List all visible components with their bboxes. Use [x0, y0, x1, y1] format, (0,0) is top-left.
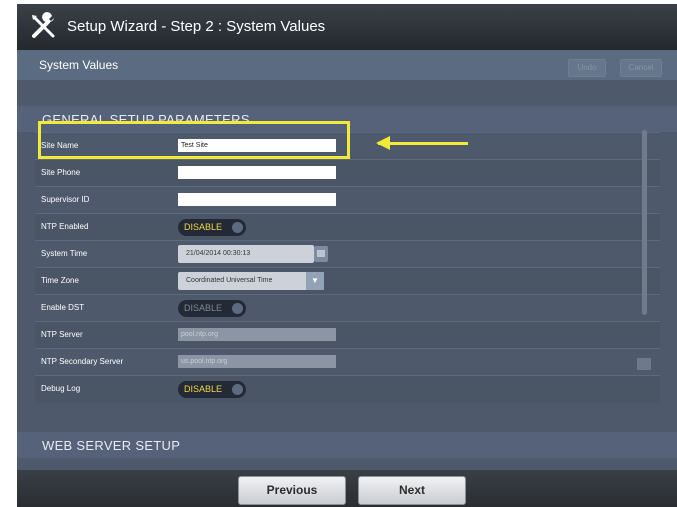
- previous-button[interactable]: Previous: [238, 476, 346, 505]
- field-label: Debug Log: [41, 384, 81, 393]
- site-name-highlight-box: [38, 121, 350, 159]
- ntp-server-row: NTP Server pool.ntp.org: [35, 321, 660, 349]
- ntp-enabled-toggle[interactable]: DISABLE: [178, 219, 246, 236]
- supervisor-id-input[interactable]: [178, 193, 336, 206]
- subheader-bar: System Values Undo Cancel: [17, 50, 677, 80]
- window-title: Setup Wizard - Step 2 : System Values: [67, 18, 326, 35]
- field-label: NTP Secondary Server: [41, 357, 124, 366]
- supervisor-id-row: Supervisor ID: [35, 186, 660, 214]
- toggle-label: DISABLE: [184, 303, 223, 313]
- system-time-field[interactable]: 21/04/2014 00:30:13: [178, 245, 314, 263]
- site-phone-input[interactable]: [178, 166, 336, 179]
- collapse-icon[interactable]: [637, 358, 651, 370]
- toggle-label: DISABLE: [184, 222, 223, 232]
- ntp-enabled-row: NTP Enabled DISABLE: [35, 213, 660, 241]
- ntp-secondary-server-row: NTP Secondary Server us.pool.ntp.org: [35, 348, 660, 376]
- field-label: NTP Server: [41, 330, 83, 339]
- chevron-down-icon: ▼: [306, 272, 324, 290]
- time-zone-select[interactable]: Coordinated Universal Time ▼: [178, 272, 324, 290]
- field-label: NTP Enabled: [41, 222, 89, 231]
- setup-wizard-window: Setup Wizard - Step 2 : System Values Sy…: [17, 4, 677, 507]
- system-time-row: System Time 21/04/2014 00:30:13: [35, 240, 660, 268]
- ntp-secondary-server-input[interactable]: us.pool.ntp.org: [178, 355, 336, 368]
- calendar-icon[interactable]: [314, 246, 328, 262]
- time-zone-row: Time Zone Coordinated Universal Time ▼: [35, 267, 660, 295]
- next-button[interactable]: Next: [358, 476, 466, 505]
- scrollbar[interactable]: [642, 130, 647, 315]
- cancel-button[interactable]: Cancel: [620, 59, 662, 77]
- time-zone-value: Coordinated Universal Time: [186, 277, 273, 284]
- debug-log-toggle[interactable]: DISABLE: [178, 381, 246, 398]
- field-label: Supervisor ID: [41, 195, 90, 204]
- wizard-footer: Previous Next: [17, 470, 677, 507]
- site-phone-row: Site Phone: [35, 159, 660, 187]
- wrench-screwdriver-icon: [32, 12, 55, 38]
- web-server-section-header[interactable]: WEB SERVER SETUP: [17, 432, 677, 458]
- page-title: System Values: [39, 58, 119, 72]
- field-label: Time Zone: [41, 276, 79, 285]
- annotation-arrow-icon: [378, 142, 468, 145]
- title-bar: Setup Wizard - Step 2 : System Values: [17, 4, 677, 50]
- field-label: Enable DST: [41, 303, 85, 312]
- ntp-server-input[interactable]: pool.ntp.org: [178, 328, 336, 341]
- arrow-head-icon: [376, 136, 390, 150]
- toggle-knob: [232, 384, 243, 395]
- enable-dst-row: Enable DST DISABLE: [35, 294, 660, 322]
- toggle-knob: [232, 303, 243, 314]
- undo-button[interactable]: Undo: [568, 59, 606, 77]
- field-label: System Time: [41, 249, 88, 258]
- enable-dst-toggle[interactable]: DISABLE: [178, 300, 246, 317]
- field-label: Site Phone: [41, 168, 81, 177]
- toggle-knob: [232, 222, 243, 233]
- section-title: WEB SERVER SETUP: [42, 438, 181, 453]
- toggle-label: DISABLE: [184, 384, 223, 394]
- debug-log-row: Debug Log DISABLE: [35, 375, 660, 403]
